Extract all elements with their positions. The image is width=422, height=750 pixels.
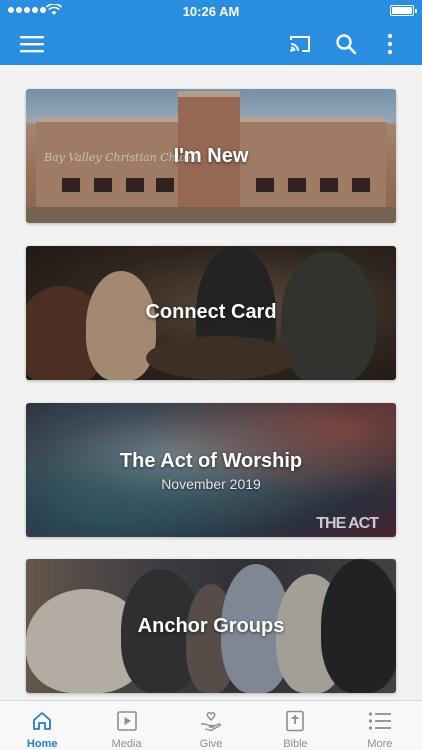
hamburger-menu-icon bbox=[20, 35, 44, 52]
card-act-of-worship[interactable]: THE ACT The Act of Worship November 2019 bbox=[26, 403, 396, 537]
status-bar: 10:26 AM bbox=[0, 0, 422, 22]
tab-label: Bible bbox=[283, 738, 308, 750]
list-more-icon bbox=[368, 712, 391, 730]
tab-label: Give bbox=[199, 738, 223, 750]
wifi-icon bbox=[46, 4, 62, 15]
app-bar bbox=[0, 22, 422, 65]
card-title: Anchor Groups bbox=[137, 615, 285, 637]
card-title: I'm New bbox=[173, 145, 249, 167]
card-title: The Act of Worship bbox=[119, 450, 303, 472]
card-connect-card[interactable]: Connect Card bbox=[26, 246, 396, 380]
card-subtitle: November 2019 bbox=[161, 476, 261, 492]
signal-strength-icon bbox=[8, 7, 46, 13]
card-im-new[interactable]: Bay Valley Christian Church I'm New bbox=[26, 89, 396, 223]
content-list: Bay Valley Christian Church I'm New Conn… bbox=[0, 65, 422, 699]
cast-button[interactable] bbox=[283, 22, 317, 65]
more-vertical-icon bbox=[387, 33, 393, 54]
tab-bible[interactable]: Bible bbox=[253, 701, 337, 750]
cast-icon bbox=[290, 35, 310, 52]
status-time: 10:26 AM bbox=[182, 3, 240, 19]
menu-button[interactable] bbox=[14, 22, 50, 65]
tab-label: Media bbox=[111, 738, 142, 750]
more-options-button[interactable] bbox=[376, 22, 404, 65]
card-title: Connect Card bbox=[145, 301, 277, 323]
give-hand-heart-icon bbox=[201, 712, 222, 732]
tab-give[interactable]: Give bbox=[169, 701, 253, 750]
card-anchor-groups[interactable]: Anchor Groups bbox=[26, 559, 396, 693]
battery-icon bbox=[390, 5, 417, 16]
tab-home[interactable]: Home bbox=[0, 701, 84, 750]
media-play-icon bbox=[116, 711, 137, 731]
bottom-tab-bar: Home Media Give Bible More bbox=[0, 700, 422, 750]
tab-label: More bbox=[367, 738, 393, 750]
tab-label: Home bbox=[26, 738, 58, 750]
bible-icon bbox=[286, 710, 305, 732]
search-button[interactable] bbox=[329, 22, 363, 65]
search-icon bbox=[336, 33, 357, 54]
tab-media[interactable]: Media bbox=[84, 701, 168, 750]
series-brand-text: THE ACT bbox=[316, 515, 379, 532]
tab-more[interactable]: More bbox=[338, 701, 422, 750]
home-icon bbox=[33, 712, 52, 730]
